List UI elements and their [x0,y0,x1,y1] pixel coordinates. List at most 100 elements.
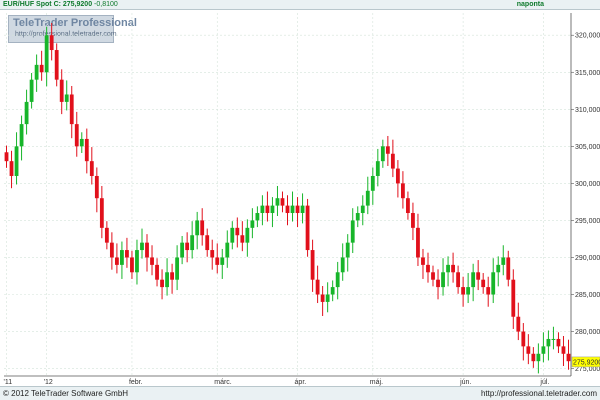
candle-body [536,353,541,362]
y-tick-label: 305,0000 [575,144,600,151]
candle-body [235,227,240,236]
candle-body [431,272,435,280]
candle-body [44,35,49,73]
candle-body [64,94,69,102]
candle-body [74,124,79,147]
candle-body [551,338,556,340]
candle-body [330,287,335,295]
candle-body [521,331,526,347]
candle-body [49,35,54,51]
candle-body [350,220,355,243]
candle-body [315,279,320,295]
candle-body [491,272,496,295]
candle-body [114,257,119,265]
candle-body [270,205,275,214]
candle-body [280,198,285,206]
candle-body [526,346,531,354]
footer-url[interactable]: http://professional.teletrader.com [481,389,597,398]
candle-body [531,353,536,362]
candle-body [245,227,250,243]
candle-body [340,257,345,273]
candle-body [240,235,245,243]
candle-body [471,272,476,288]
candle-body [300,205,305,214]
x-tick-label: ápr. [295,379,307,386]
y-tick-label: 320,0000 [575,33,600,40]
x-tick-label: '12 [44,379,53,386]
candle-body [165,272,169,288]
candle-body [125,250,129,258]
candle-body [355,213,360,221]
candle-body [511,279,516,317]
x-tick-label: jún. [459,379,471,386]
candle-body [140,242,144,251]
candle-body [385,146,390,154]
candle-body [29,79,34,102]
candle-body [39,64,44,73]
candle-body [34,64,39,80]
candle-body [175,257,180,280]
candle-body [295,205,300,214]
candle-body [421,257,425,265]
candle-body [230,227,235,243]
candle-body [466,287,471,295]
x-tick-label: márc. [214,379,232,386]
candle-body [59,79,64,102]
y-tick-label: 285,0000 [575,292,600,299]
footer-bar: © 2012 TeleTrader Software GmbH http://p… [0,386,600,400]
candle-body [446,264,450,273]
candle-body [130,257,134,273]
candle-body [180,242,185,258]
candle-body [416,227,420,258]
candle-body [250,220,255,228]
candle-body [265,205,270,214]
candle-body [205,235,210,251]
candle-body [104,227,109,243]
y-tick-label: 315,0000 [575,70,600,77]
candle-body [14,146,19,176]
candle-body [94,175,99,199]
candle-body [24,101,29,125]
candle-body [461,287,466,295]
candle-body [546,338,551,347]
candle-body [390,153,395,169]
candle-body [69,94,74,125]
y-tick-label: 300,0000 [575,181,600,188]
y-tick-label: 280,0000 [575,329,600,336]
candle-body [79,138,84,147]
candle-body [556,338,561,347]
candle-body [84,138,89,162]
y-tick-label: 290,0000 [575,255,600,262]
candle-body [360,205,365,214]
candle-body [501,257,506,265]
candle-body [210,250,215,258]
copyright-text: © 2012 TeleTrader Software GmbH [3,389,129,398]
candle-body [380,146,385,162]
candle-body [320,294,325,302]
candle-body [561,346,566,354]
candle-body [145,242,149,258]
y-tick-label: 310,0000 [575,107,600,114]
x-tick-label: máj. [370,379,383,386]
candle-body [99,198,104,228]
candle-body [185,242,190,251]
candle-body [516,316,521,332]
candle-body [481,279,486,288]
candle-body [310,250,315,280]
candle-body [325,294,330,302]
candle-body [190,235,195,251]
candle-body [200,220,205,236]
candle-body [255,213,260,221]
candle-body [426,264,430,273]
candle-body [395,168,400,184]
candle-body [486,287,491,295]
candle-body [135,250,139,273]
candle-body [401,183,405,199]
candle-body [220,257,225,265]
x-tick-label: júl. [539,379,549,386]
candlestick-chart[interactable]: 275,0000280,0000285,0000290,0000295,0000… [0,0,600,386]
candle-body [109,242,114,258]
candle-body [411,213,415,228]
candle-body [260,205,265,214]
candle-body [406,198,410,214]
